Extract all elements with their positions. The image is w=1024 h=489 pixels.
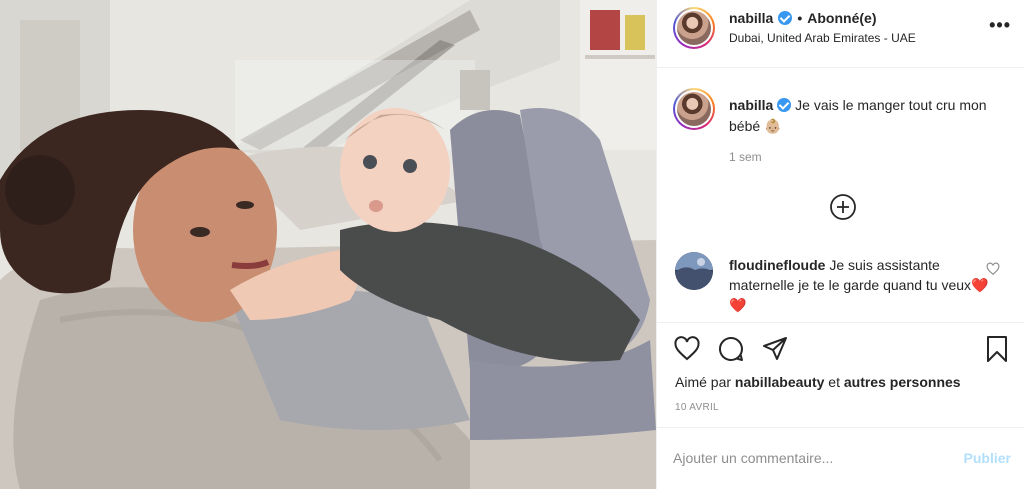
post-photo[interactable] bbox=[0, 0, 656, 489]
commenter-avatar-image bbox=[675, 252, 713, 290]
add-comment-bar: Publier bbox=[657, 427, 1024, 489]
separator-dot: • bbox=[797, 10, 803, 26]
caption-avatar-ring bbox=[675, 90, 713, 128]
author-username[interactable]: nabilla bbox=[729, 10, 773, 26]
liked-by-user-link[interactable]: nabillabeauty bbox=[735, 374, 824, 390]
likes-summary: Aimé par nabillabeauty et autres personn… bbox=[675, 374, 961, 390]
heart-icon[interactable] bbox=[673, 335, 701, 363]
likes-and: et bbox=[828, 374, 840, 390]
commenter-avatar[interactable] bbox=[675, 252, 713, 290]
post-caption: nabilla Je vais le manger tout cru mon b… bbox=[729, 95, 999, 137]
post-actions: Aimé par nabillabeauty et autres personn… bbox=[657, 322, 1024, 427]
caption-author-avatar[interactable] bbox=[673, 88, 715, 130]
follow-status-button[interactable]: Abonné(e) bbox=[807, 10, 876, 26]
comment-input[interactable] bbox=[673, 447, 943, 469]
caption-username[interactable]: nabilla bbox=[729, 97, 773, 113]
publish-button[interactable]: Publier bbox=[964, 450, 1011, 466]
post-date: 10 AVRIL bbox=[675, 402, 719, 413]
author-avatar[interactable] bbox=[673, 7, 715, 49]
post-header: nabilla • Abonné(e) Dubai, United Arab E… bbox=[657, 0, 1024, 68]
post-side-panel: nabilla • Abonné(e) Dubai, United Arab E… bbox=[656, 0, 1024, 489]
caption-avatar-image bbox=[677, 92, 711, 126]
load-more-comments-icon[interactable] bbox=[829, 193, 857, 221]
comment-icon[interactable] bbox=[717, 335, 745, 363]
comment-username[interactable]: floudinefloude bbox=[729, 257, 825, 273]
comment-item: floudinefloude Je suis assistante matern… bbox=[729, 255, 991, 315]
author-avatar-ring bbox=[675, 9, 713, 47]
verified-badge-icon bbox=[778, 11, 793, 25]
share-icon[interactable] bbox=[761, 335, 789, 363]
author-avatar-image bbox=[677, 11, 711, 45]
likes-prefix: Aimé par bbox=[675, 374, 732, 390]
caption-time: 1 sem bbox=[729, 150, 762, 164]
author-name-row: nabilla • Abonné(e) bbox=[729, 10, 876, 26]
comment-heart-icon[interactable] bbox=[986, 262, 1000, 276]
more-options-icon[interactable]: ••• bbox=[989, 15, 1011, 36]
post-location[interactable]: Dubai, United Arab Emirates - UAE bbox=[729, 31, 916, 45]
likes-others-link[interactable]: autres personnes bbox=[844, 374, 961, 390]
caption-verified-badge-icon bbox=[777, 98, 792, 112]
bookmark-icon[interactable] bbox=[983, 335, 1011, 363]
photo-illustration bbox=[0, 0, 656, 489]
